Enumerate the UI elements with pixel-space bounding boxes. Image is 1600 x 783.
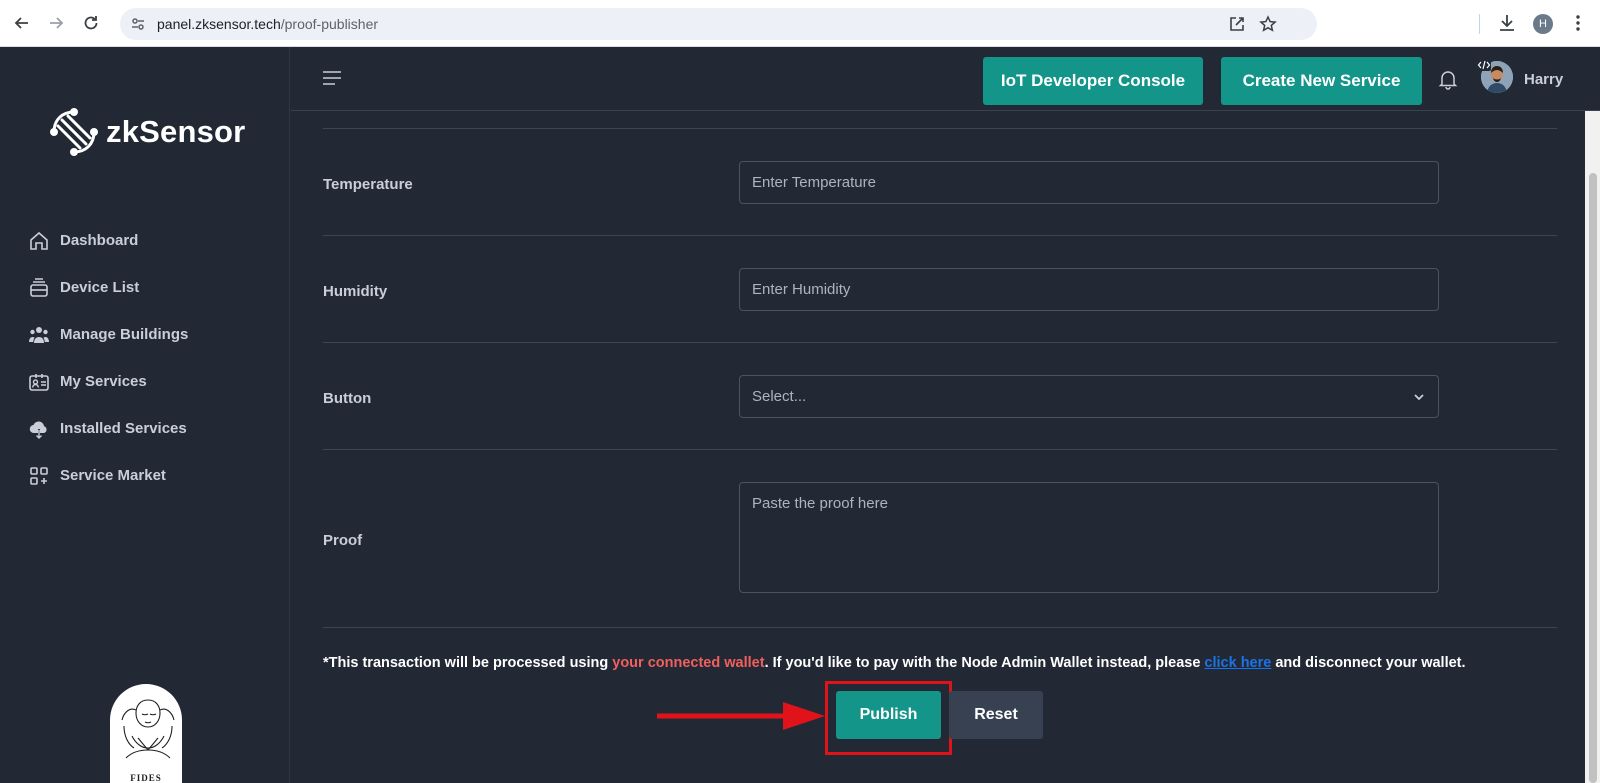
iot-developer-console-button[interactable]: IoT Developer Console [983,57,1203,105]
proof-textarea[interactable]: Paste the proof here [739,482,1439,593]
sidebar-item-label: Device List [60,279,140,296]
fides-figure-icon [121,699,175,759]
sidebar: zkSensor Dashboard Device List Manage Bu… [0,47,290,783]
notification-bell-icon[interactable] [1437,68,1459,90]
sidebar-nav: Dashboard Device List Manage Buildings M… [28,217,188,499]
id-card-icon [29,373,49,391]
click-here-link[interactable]: click here [1204,655,1271,671]
sidebar-item-label: Service Market [60,467,166,484]
toolbar-divider [1479,14,1480,34]
home-icon [30,231,48,250]
annotation-arrow [657,702,825,730]
publish-button[interactable]: Publish [836,691,941,739]
fides-label: FIDES [130,773,162,783]
sidebar-item-my-services[interactable]: My Services [28,358,188,405]
open-in-new-icon[interactable] [1228,15,1246,33]
sidebar-item-installed-services[interactable]: Installed Services [28,405,188,452]
button-select-value: Select... [752,388,807,405]
notice-middle: . If you'd like to pay with the Node Adm… [764,655,1205,671]
reload-icon[interactable] [80,12,102,34]
temperature-input[interactable]: Enter Temperature [739,161,1439,204]
row-divider [323,449,1557,450]
download-icon[interactable] [1496,12,1518,34]
sidebar-item-service-market[interactable]: Service Market [28,452,188,499]
page-scrollbar-thumb[interactable] [1589,173,1597,783]
app-logo[interactable]: zkSensor [48,105,245,159]
create-new-service-button[interactable]: Create New Service [1221,57,1422,105]
notice-prefix: *This transaction will be processed usin… [323,655,613,671]
grid-plus-icon [30,466,48,485]
browser-toolbar: panel.zksensor.tech/proof-publisher H [0,0,1600,47]
sidebar-item-label: Installed Services [60,420,187,437]
humidity-input[interactable]: Enter Humidity [739,268,1439,311]
sidebar-item-dashboard[interactable]: Dashboard [28,217,188,264]
row-divider [323,342,1557,343]
sidebar-item-label: Manage Buildings [60,326,189,343]
sidebar-item-device-list[interactable]: Device List [28,264,188,311]
fides-badge: FIDES [110,684,182,783]
forward-icon[interactable] [45,12,67,34]
address-bar[interactable]: panel.zksensor.tech/proof-publisher [120,8,1317,40]
row-divider [323,128,1557,129]
row-divider [323,235,1557,236]
site-settings-icon[interactable] [129,15,147,33]
button-select[interactable]: Select... [739,375,1439,418]
reset-button[interactable]: Reset [949,691,1043,739]
logo-text: zkSensor [106,114,246,149]
device-list-icon [30,277,48,297]
top-bar: IoT Developer Console Create New Service… [291,47,1600,111]
row-divider [323,627,1557,628]
connected-wallet-highlight: your connected wallet [612,655,765,671]
username[interactable]: Harry [1524,71,1563,88]
url-text: panel.zksensor.tech/proof-publisher [157,16,379,32]
chevron-down-icon [1414,394,1424,401]
menu-toggle-icon[interactable] [321,69,343,87]
cloud-download-icon [29,420,47,439]
temperature-label: Temperature [323,176,413,193]
back-icon[interactable] [11,12,33,34]
browser-profile-avatar[interactable]: H [1533,14,1553,34]
code-badge-icon [1477,59,1491,71]
more-vert-icon[interactable] [1567,12,1589,34]
notice-suffix: and disconnect your wallet. [1271,655,1466,671]
wallet-notice: *This transaction will be processed usin… [323,655,1466,671]
button-label: Button [323,390,372,407]
sidebar-item-manage-buildings[interactable]: Manage Buildings [28,311,188,358]
sidebar-item-label: Dashboard [60,232,139,249]
zksensor-logo-icon [50,108,98,156]
users-icon [29,326,49,343]
humidity-label: Humidity [323,283,388,300]
sidebar-item-label: My Services [60,373,147,390]
bookmark-star-icon[interactable] [1259,15,1277,33]
proof-label: Proof [323,532,363,549]
